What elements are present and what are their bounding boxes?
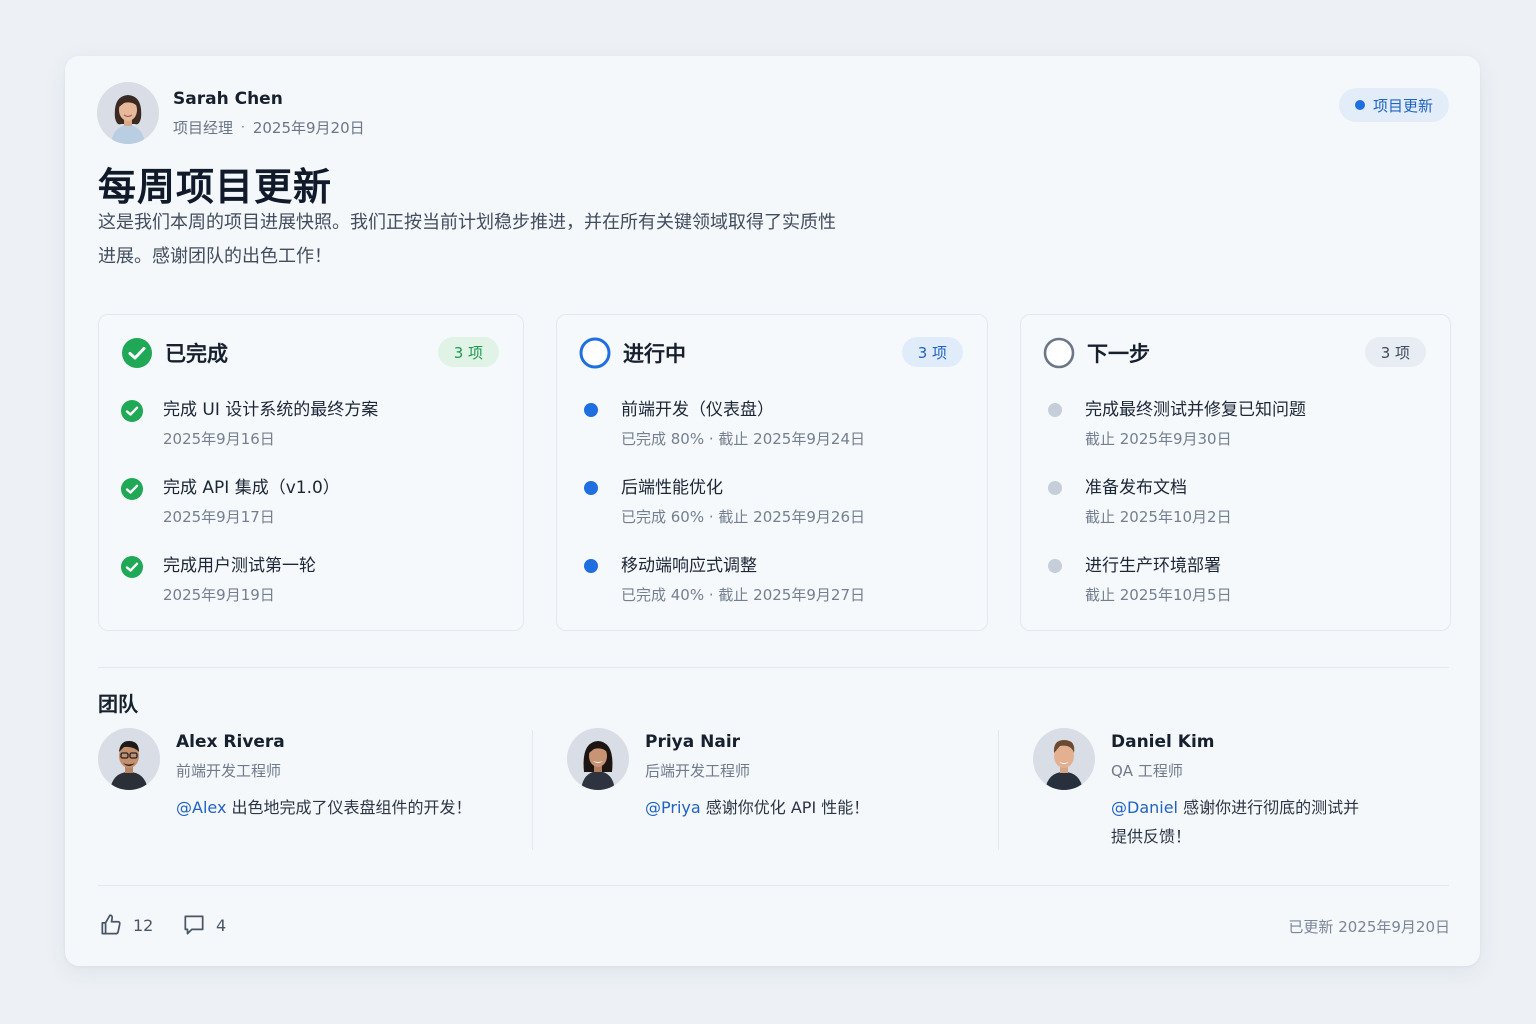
column-next: 下一步 3 项 完成最终测试并修复已知问题 截止 2025年9月30日 准备发布… — [1020, 314, 1451, 631]
author-name[interactable]: Sarah Chen — [173, 89, 365, 109]
team-member-daniel: Daniel Kim QA 工程师 @Daniel 感谢你进行彻底的测试并提供反… — [1033, 728, 1361, 851]
comment-icon — [184, 915, 204, 935]
person-avatar-woman-icon — [97, 82, 159, 144]
column-next-title: 下一步 — [1087, 342, 1150, 366]
updated-timestamp: 已更新 2025年9月20日 — [1288, 918, 1450, 936]
author-avatar[interactable] — [97, 82, 159, 144]
check-circle-icon — [122, 338, 152, 368]
team-member-alex: Alex Rivera 前端开发工程师 @Alex 出色地完成了仪表盘组件的开发… — [98, 728, 476, 822]
empty-circle-icon — [1043, 337, 1075, 369]
column-progress-count: 3 项 — [901, 337, 963, 367]
tag-label: 项目更新 — [1372, 96, 1433, 115]
item-title: 完成用户测试第一轮 — [163, 556, 316, 576]
list-item[interactable]: 完成用户测试第一轮 2025年9月19日 — [121, 551, 507, 629]
member-avatar[interactable] — [567, 728, 629, 790]
bullet-dot-icon — [1048, 559, 1062, 573]
project-update-card: Sarah Chen 项目经理 · 2025年9月20日 项目更新 每周项目更新… — [65, 56, 1480, 966]
column-done-title: 已完成 — [165, 342, 228, 366]
list-item[interactable]: 完成最终测试并修复已知问题 截止 2025年9月30日 — [1043, 395, 1434, 473]
member-note: @Alex 出色地完成了仪表盘组件的开发！ — [176, 793, 476, 822]
mention-link[interactable]: @Daniel — [1111, 798, 1178, 817]
member-name[interactable]: Alex Rivera — [176, 732, 476, 752]
person-avatar-man-icon — [1033, 728, 1095, 790]
progress-circle-icon — [579, 337, 611, 369]
member-name[interactable]: Priya Nair — [645, 732, 945, 752]
check-circle-icon — [121, 478, 143, 500]
item-deadline: 截止 2025年10月2日 — [1085, 508, 1232, 526]
mention-link[interactable]: @Alex — [176, 798, 226, 817]
tag-dot-icon — [1354, 100, 1365, 110]
bullet-dot-icon — [584, 481, 598, 495]
item-title: 移动端响应式调整 — [621, 556, 757, 576]
author-role: 项目经理 — [173, 118, 234, 137]
item-title: 后端性能优化 — [621, 478, 723, 498]
list-item[interactable]: 移动端响应式调整 已完成 40% · 截止 2025年9月27日 — [579, 551, 971, 629]
check-circle-icon — [121, 556, 143, 578]
page-title: 每周项目更新 — [98, 165, 333, 209]
item-progress: 已完成 60% · 截止 2025年9月26日 — [621, 508, 865, 526]
bullet-dot-icon — [1048, 481, 1062, 495]
column-progress-title: 进行中 — [623, 342, 686, 366]
check-circle-icon — [121, 400, 143, 422]
item-title: 进行生产环境部署 — [1085, 556, 1221, 576]
person-avatar-woman-icon — [567, 728, 629, 790]
item-title: 完成 UI 设计系统的最终方案 — [163, 400, 379, 420]
list-item[interactable]: 完成 API 集成（v1.0） 2025年9月17日 — [121, 473, 507, 551]
member-note: @Priya 感谢你优化 API 性能！ — [645, 793, 945, 822]
member-separator — [532, 730, 533, 850]
project-update-tag[interactable]: 项目更新 — [1338, 88, 1449, 122]
member-separator — [998, 730, 999, 850]
item-deadline: 截止 2025年9月30日 — [1085, 430, 1232, 448]
author-header: Sarah Chen 项目经理 · 2025年9月20日 — [97, 82, 365, 144]
person-avatar-man-icon — [98, 728, 160, 790]
column-done-count: 3 项 — [437, 337, 499, 367]
note-text: 感谢你优化 API 性能！ — [705, 798, 870, 817]
item-title: 前端开发（仪表盘） — [621, 400, 774, 420]
section-divider — [98, 667, 1449, 668]
post-date: 2025年9月20日 — [252, 118, 365, 137]
member-avatar[interactable] — [1033, 728, 1095, 790]
member-role: 前端开发工程师 — [176, 762, 282, 780]
item-title: 完成 API 集成（v1.0） — [163, 478, 340, 498]
member-note: @Daniel 感谢你进行彻底的测试并提供反馈！ — [1111, 793, 1361, 851]
member-avatar[interactable] — [98, 728, 160, 790]
item-progress: 已完成 40% · 截止 2025年9月27日 — [621, 586, 865, 604]
list-item[interactable]: 后端性能优化 已完成 60% · 截止 2025年9月26日 — [579, 473, 971, 551]
list-item[interactable]: 进行生产环境部署 截止 2025年10月5日 — [1043, 551, 1434, 629]
item-progress: 已完成 80% · 截止 2025年9月24日 — [621, 430, 865, 448]
thumbs-up-icon — [101, 914, 121, 935]
like-count: 12 — [133, 915, 154, 935]
column-next-count: 3 项 — [1364, 337, 1426, 367]
bullet-dot-icon — [584, 559, 598, 573]
member-role: 后端开发工程师 — [645, 762, 751, 780]
item-title: 准备发布文档 — [1085, 478, 1187, 498]
bullet-dot-icon — [584, 403, 598, 417]
bullet-dot-icon — [1048, 403, 1062, 417]
footer-divider — [98, 885, 1449, 886]
list-item[interactable]: 准备发布文档 截止 2025年10月2日 — [1043, 473, 1434, 551]
member-name[interactable]: Daniel Kim — [1111, 732, 1361, 752]
item-deadline: 截止 2025年10月5日 — [1085, 586, 1232, 604]
note-text: 出色地完成了仪表盘组件的开发！ — [231, 798, 472, 817]
column-done: 已完成 3 项 完成 UI 设计系统的最终方案 2025年9月16日 完成 AP… — [98, 314, 524, 631]
comment-button[interactable]: 4 — [181, 912, 226, 938]
team-section-title: 团队 — [98, 692, 138, 716]
like-button[interactable]: 12 — [98, 912, 153, 938]
comment-count: 4 — [216, 915, 227, 935]
team-member-priya: Priya Nair 后端开发工程师 @Priya 感谢你优化 API 性能！ — [567, 728, 945, 822]
list-item[interactable]: 前端开发（仪表盘） 已完成 80% · 截止 2025年9月24日 — [579, 395, 971, 473]
page-description: 这是我们本周的项目进展快照。我们正按当前计划稳步推进，并在所有关键领域取得了实质… — [98, 212, 836, 267]
item-title: 完成最终测试并修复已知问题 — [1085, 400, 1306, 420]
item-date: 2025年9月16日 — [163, 430, 275, 448]
item-date: 2025年9月17日 — [163, 508, 275, 526]
item-date: 2025年9月19日 — [163, 586, 275, 604]
mention-link[interactable]: @Priya — [645, 798, 701, 817]
column-in-progress: 进行中 3 项 前端开发（仪表盘） 已完成 80% · 截止 2025年9月24… — [556, 314, 988, 631]
list-item[interactable]: 完成 UI 设计系统的最终方案 2025年9月16日 — [121, 395, 507, 473]
member-role: QA 工程师 — [1111, 762, 1183, 780]
meta-separator: · — [241, 120, 245, 134]
